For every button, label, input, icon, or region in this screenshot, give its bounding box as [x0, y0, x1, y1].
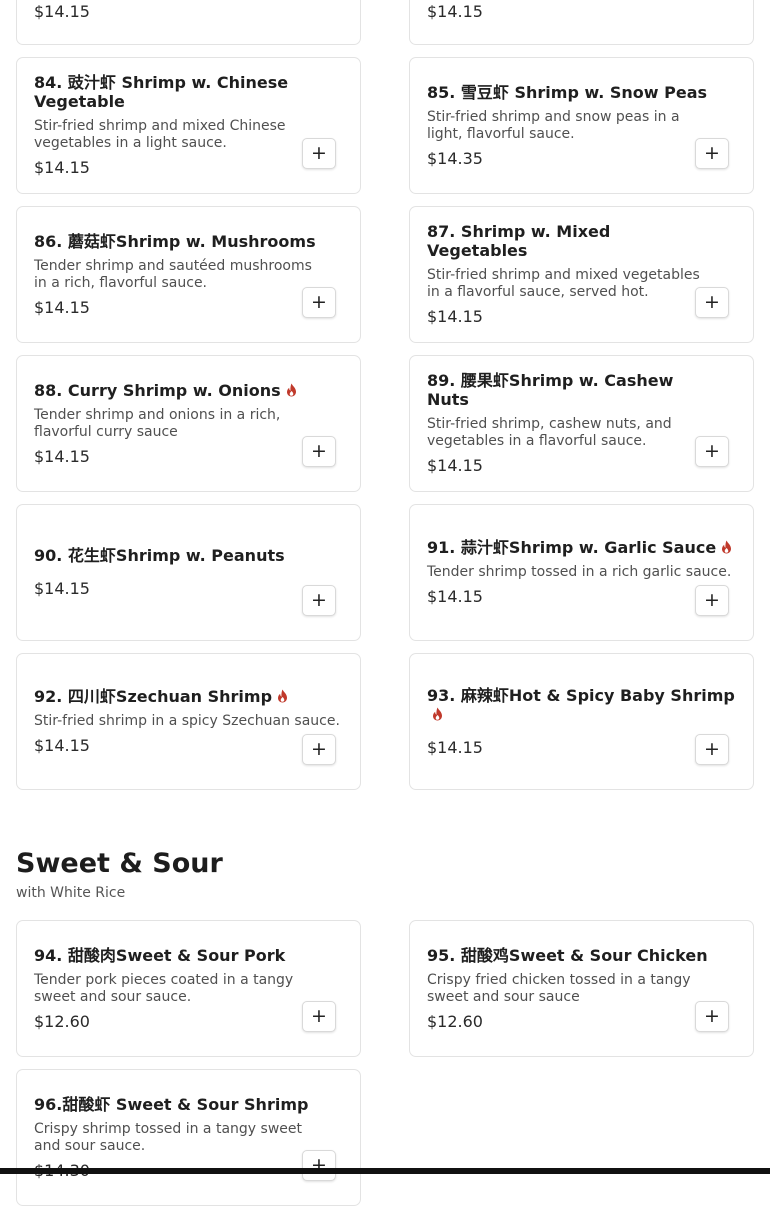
menu-item-card[interactable]: 93. 麻辣虾Hot & Spicy Baby Shrimp $14.15 + — [409, 653, 754, 790]
item-price: $14.35 — [427, 148, 483, 168]
item-title: 93. 麻辣虾Hot & Spicy Baby Shrimp — [427, 685, 735, 705]
menu-item-card[interactable]: $14.15 + — [16, 0, 361, 45]
item-price: $14.15 — [34, 736, 90, 755]
menu-item-card[interactable]: 92. 四川虾Szechuan Shrimp Stir-fried shrimp… — [16, 653, 361, 790]
item-description: Stir-fried shrimp and mixed vegetables i… — [427, 267, 700, 300]
flame-icon — [722, 540, 732, 554]
menu-item-card[interactable]: 86. 蘑菇虾Shrimp w. Mushrooms Tender shrimp… — [16, 206, 361, 343]
add-to-cart-button[interactable]: + — [302, 585, 336, 616]
menu-item-card[interactable]: 96.甜酸虾 Sweet & Sour Shrimp Crispy shrimp… — [16, 1069, 361, 1206]
item-title: 87. Shrimp w. Mixed Vegetables — [427, 222, 611, 260]
item-description: Crispy fried chicken tossed in a tangy s… — [427, 971, 691, 1005]
flame-icon — [286, 383, 296, 396]
plus-icon: + — [704, 291, 720, 313]
plus-icon: + — [311, 589, 327, 611]
item-price: $14.15 — [34, 2, 90, 21]
plus-icon: + — [704, 589, 720, 611]
add-to-cart-button[interactable]: + — [695, 1001, 729, 1032]
item-price: $14.15 — [34, 297, 90, 317]
plus-icon: + — [311, 738, 327, 760]
plus-icon: + — [704, 738, 720, 760]
add-to-cart-button[interactable]: + — [695, 734, 729, 765]
item-price: $14.15 — [427, 456, 483, 475]
add-to-cart-button[interactable]: + — [695, 585, 729, 616]
item-title-row: 91. 蒜汁虾Shrimp w. Garlic Sauce — [427, 538, 733, 557]
add-to-cart-button[interactable]: + — [302, 138, 336, 169]
menu-item-card[interactable]: 95. 甜酸鸡Sweet & Sour Chicken Crispy fried… — [409, 920, 754, 1057]
menu-item-card[interactable]: 84. 豉汁虾 Shrimp w. Chinese Vegetable Stir… — [16, 57, 361, 194]
add-to-cart-button[interactable]: + — [302, 1001, 336, 1032]
item-title: 88. Curry Shrimp w. Onions — [34, 380, 281, 400]
item-title: 96.甜酸虾 Sweet & Sour Shrimp — [34, 1094, 309, 1114]
menu-item-card[interactable]: 89. 腰果虾Shrimp w. Cashew Nuts Stir-fried … — [409, 355, 754, 492]
item-title: 92. 四川虾Szechuan Shrimp — [34, 687, 273, 706]
item-price: $12.60 — [427, 1011, 483, 1031]
add-to-cart-button[interactable]: + — [302, 287, 336, 318]
item-description: Stir-fried shrimp and snow peas in a lig… — [427, 108, 680, 142]
flame-icon — [433, 707, 442, 720]
item-title: 95. 甜酸鸡Sweet & Sour Chicken — [427, 945, 708, 965]
item-description: Stir-fried shrimp and mixed Chinese vege… — [34, 118, 286, 151]
item-description: Tender shrimp tossed in a rich garlic sa… — [427, 564, 732, 580]
bottom-bar — [0, 1168, 770, 1174]
item-title-row: 88. Curry Shrimp w. Onions — [34, 381, 320, 400]
item-title: 85. 雪豆虾 Shrimp w. Snow Peas — [427, 82, 708, 102]
add-to-cart-button[interactable]: + — [302, 734, 336, 765]
item-price: $14.15 — [34, 579, 90, 598]
menu-item-card[interactable]: 91. 蒜汁虾Shrimp w. Garlic Sauce Tender shr… — [409, 504, 754, 641]
plus-icon: + — [704, 440, 720, 462]
add-to-cart-button[interactable]: + — [695, 138, 729, 169]
item-title: 90. 花生虾Shrimp w. Peanuts — [34, 546, 285, 565]
item-title: 84. 豉汁虾 Shrimp w. Chinese Vegetable — [34, 73, 289, 111]
item-price: $14.15 — [427, 2, 483, 21]
add-to-cart-button[interactable]: + — [302, 1150, 336, 1181]
plus-icon: + — [704, 1005, 720, 1027]
item-price: $14.15 — [34, 158, 90, 177]
item-description: Stir-fried shrimp in a spicy Szechuan sa… — [34, 713, 340, 729]
menu-item-card[interactable]: $14.15 + — [409, 0, 754, 45]
add-to-cart-button[interactable]: + — [302, 436, 336, 467]
item-title-row: 92. 四川虾Szechuan Shrimp — [34, 687, 340, 706]
menu-item-card[interactable]: 94. 甜酸肉Sweet & Sour Pork Tender pork pie… — [16, 920, 361, 1057]
item-price: $12.60 — [34, 1011, 90, 1031]
item-description: Tender shrimp and onions in a rich, flav… — [34, 406, 281, 440]
item-description: Tender pork pieces coated in a tangy swe… — [34, 971, 294, 1005]
item-price: $14.15 — [427, 307, 483, 326]
plus-icon: + — [311, 1005, 327, 1027]
plus-icon: + — [311, 440, 327, 462]
menu-item-card[interactable]: 87. Shrimp w. Mixed Vegetables Stir-frie… — [409, 206, 754, 343]
item-title-row: 93. 麻辣虾Hot & Spicy Baby Shrimp — [427, 686, 743, 724]
plus-icon: + — [311, 291, 327, 313]
plus-icon: + — [704, 142, 720, 164]
menu-item-card[interactable]: 88. Curry Shrimp w. Onions Tender shrimp… — [16, 355, 361, 492]
item-title: 86. 蘑菇虾Shrimp w. Mushrooms — [34, 231, 316, 251]
item-price: $14.15 — [427, 587, 483, 606]
add-to-cart-button[interactable]: + — [695, 436, 729, 467]
section-subtitle: with White Rice — [16, 885, 126, 901]
item-description: Stir-fried shrimp, cashew nuts, and vege… — [427, 416, 672, 449]
item-price: $14.15 — [34, 446, 90, 466]
plus-icon: + — [311, 142, 327, 164]
item-title: 94. 甜酸肉Sweet & Sour Pork — [34, 945, 286, 965]
menu-item-card[interactable]: 85. 雪豆虾 Shrimp w. Snow Peas Stir-fried s… — [409, 57, 754, 194]
item-title: 91. 蒜汁虾Shrimp w. Garlic Sauce — [427, 538, 717, 557]
item-description: Crispy shrimp tossed in a tangy sweet an… — [34, 1120, 302, 1154]
item-description: Tender shrimp and sautéed mushrooms in a… — [34, 257, 312, 291]
flame-icon — [278, 689, 288, 703]
menu-item-card[interactable]: 90. 花生虾Shrimp w. Peanuts $14.15 + — [16, 504, 361, 641]
item-title: 89. 腰果虾Shrimp w. Cashew Nuts — [427, 371, 674, 409]
add-to-cart-button[interactable]: + — [695, 287, 729, 318]
section-title: Sweet & Sour — [16, 848, 223, 879]
